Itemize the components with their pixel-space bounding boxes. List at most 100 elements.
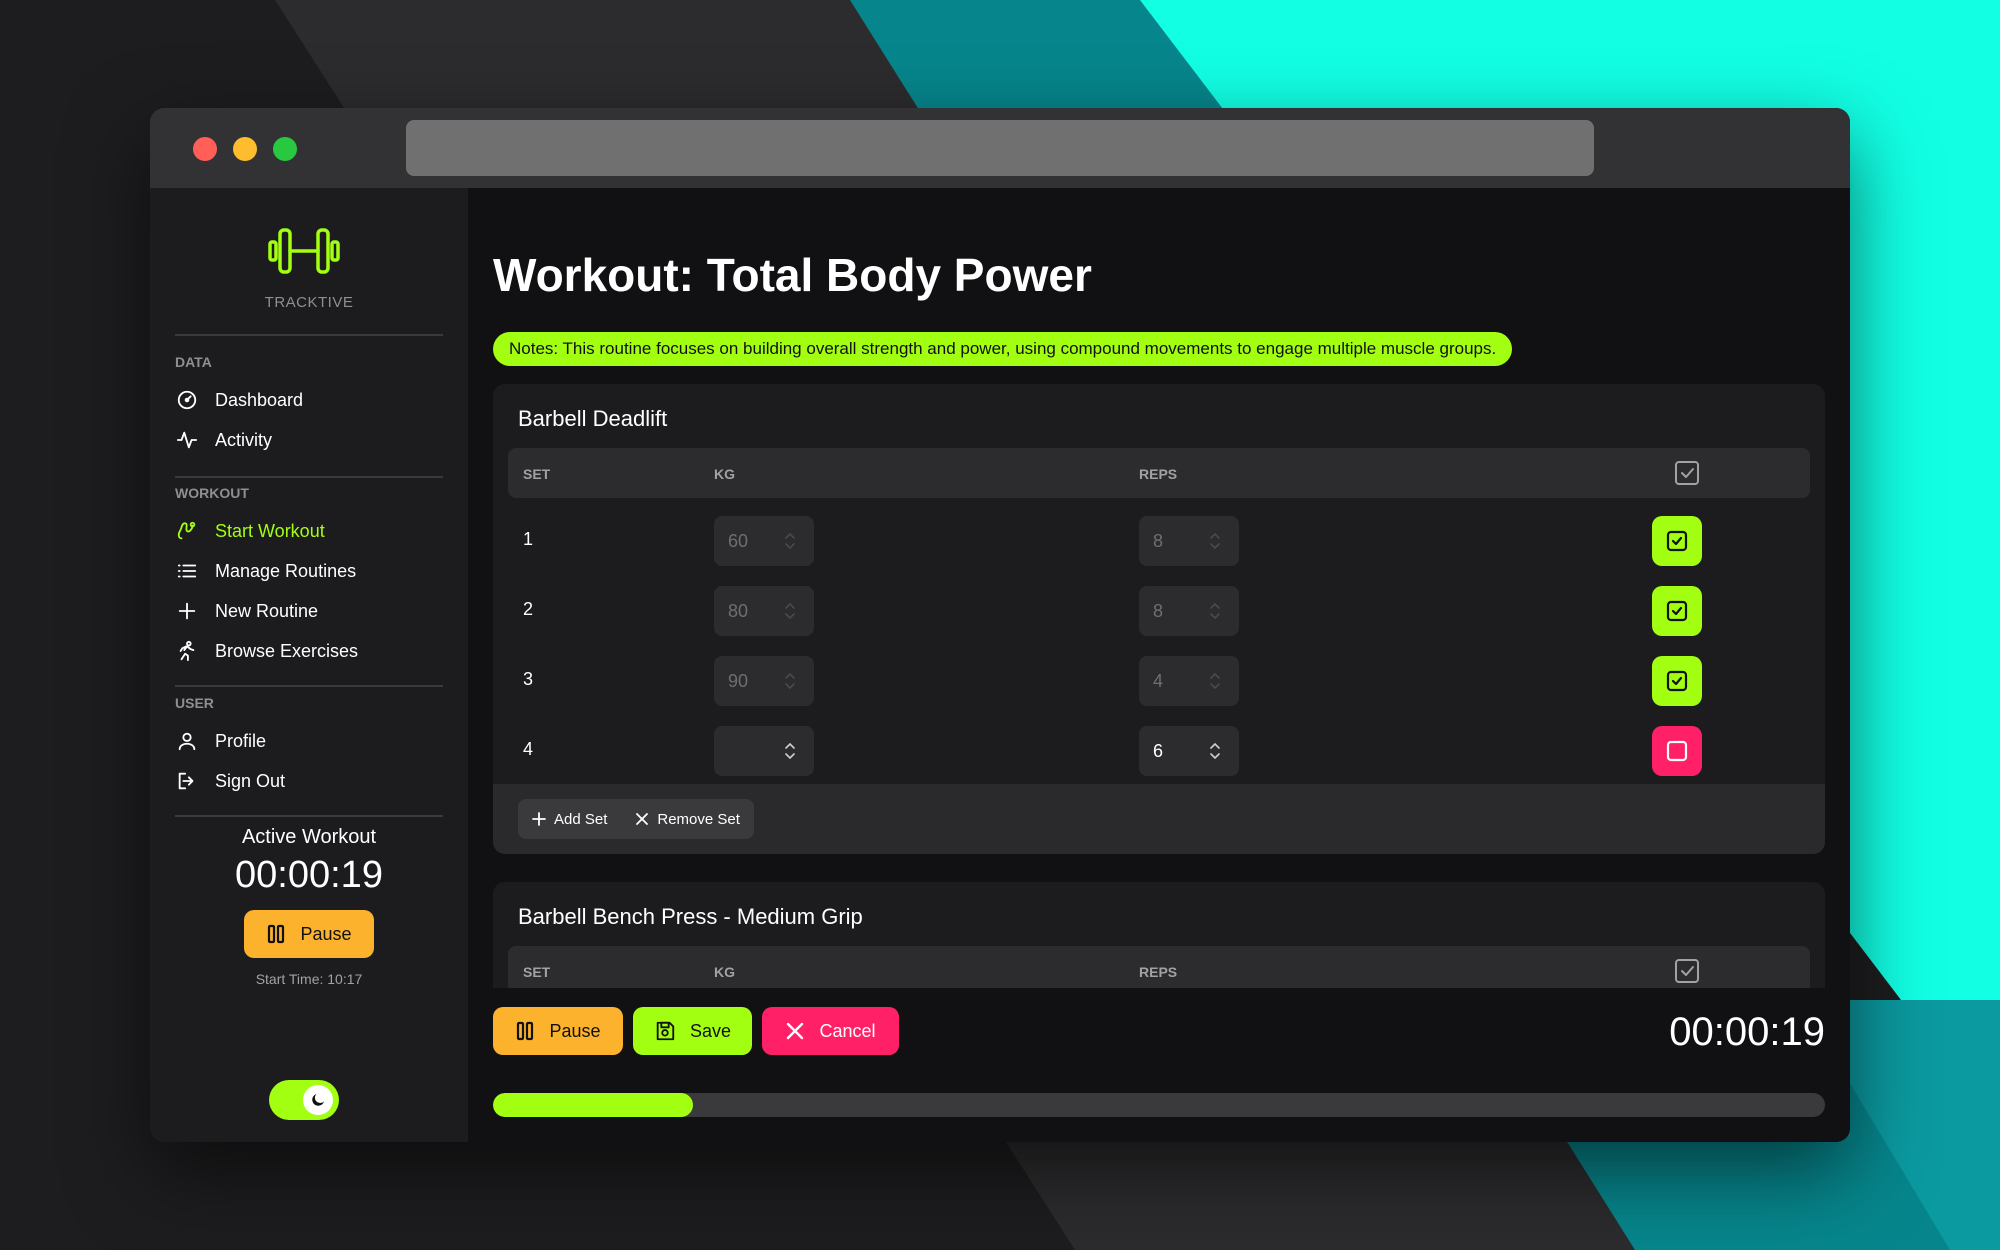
set-number: 1 xyxy=(523,529,534,549)
sidebar-item-browse-exercises[interactable]: Browse Exercises xyxy=(175,635,443,667)
stepper-icon[interactable] xyxy=(784,671,796,691)
progress-fill xyxy=(493,1093,693,1117)
set-complete-checkbox[interactable] xyxy=(1652,656,1702,706)
sidebar-item-label: Sign Out xyxy=(215,770,286,791)
pause-icon xyxy=(266,924,286,944)
check-all-icon[interactable] xyxy=(1674,958,1700,984)
page-title: Workout: Total Body Power xyxy=(493,249,1092,301)
plus-icon xyxy=(175,599,199,623)
table-row: 2 80 8 xyxy=(508,576,1810,646)
stepper-icon[interactable] xyxy=(1209,601,1221,621)
set-complete-checkbox[interactable] xyxy=(1652,586,1702,636)
sidebar-item-dashboard[interactable]: Dashboard xyxy=(175,384,443,416)
exercise-name: Barbell Bench Press - Medium Grip xyxy=(518,904,863,929)
stepper-icon[interactable] xyxy=(1209,741,1221,761)
list-icon xyxy=(175,559,199,583)
reps-value: 4 xyxy=(1153,670,1164,691)
sidebar-item-manage-routines[interactable]: Manage Routines xyxy=(175,555,443,587)
check-all-icon[interactable] xyxy=(1674,460,1700,486)
reps-value: 8 xyxy=(1153,600,1164,621)
sidebar-item-profile[interactable]: Profile xyxy=(175,725,443,757)
section-label-user: USER xyxy=(175,695,214,711)
divider xyxy=(175,476,443,478)
minimize-window-button[interactable] xyxy=(233,137,257,161)
reps-value: 8 xyxy=(1153,530,1164,551)
dark-mode-toggle[interactable] xyxy=(269,1080,339,1120)
brand-name: TRACKTIVE xyxy=(264,294,354,311)
set-button-group: Add Set Remove Set xyxy=(518,799,754,839)
activity-icon xyxy=(175,428,199,452)
pause-button[interactable]: Pause xyxy=(493,1007,623,1055)
stepper-icon[interactable] xyxy=(784,601,796,621)
close-window-button[interactable] xyxy=(193,137,217,161)
remove-set-button[interactable]: Remove Set xyxy=(621,799,754,839)
table-header: SET KG REPS xyxy=(508,448,1810,498)
gauge-icon xyxy=(175,388,199,412)
routine-notes: Notes: This routine focuses on building … xyxy=(493,332,1513,366)
column-header-set: SET xyxy=(523,466,551,482)
start-time: Start Time: 10:17 xyxy=(255,971,363,987)
section-label-data: DATA xyxy=(175,354,212,370)
remove-set-label: Remove Set xyxy=(657,810,740,828)
sidebar-item-new-routine[interactable]: New Routine xyxy=(175,595,443,627)
set-actions: Add Set Remove Set xyxy=(493,784,1825,854)
set-number: 4 xyxy=(523,739,534,759)
stepper-icon[interactable] xyxy=(784,531,796,551)
add-set-label: Add Set xyxy=(554,810,608,828)
stepper-icon[interactable] xyxy=(1209,531,1221,551)
sidebar-item-label: Start Workout xyxy=(215,520,325,541)
running-icon xyxy=(175,639,199,663)
set-number: 2 xyxy=(523,599,534,619)
column-header-kg: KG xyxy=(714,964,735,980)
add-set-button[interactable]: Add Set xyxy=(518,799,621,839)
divider xyxy=(175,685,443,687)
sidebar-item-label: Manage Routines xyxy=(215,560,357,581)
sidebar-item-activity[interactable]: Activity xyxy=(175,424,443,456)
kg-input[interactable] xyxy=(714,726,814,776)
table-row: 4 6 xyxy=(508,716,1810,786)
sidebar-item-start-workout[interactable]: Start Workout xyxy=(175,515,443,547)
checkbox-checked-icon xyxy=(1666,670,1688,692)
sidebar-item-label: Browse Exercises xyxy=(215,640,359,661)
reps-input[interactable]: 4 xyxy=(1139,656,1239,706)
pause-icon xyxy=(515,1021,535,1041)
title-bar xyxy=(150,108,1850,188)
user-icon xyxy=(175,729,199,753)
sidebar: TRACKTIVE DATA Dashboard Activity WORKOU… xyxy=(150,188,468,1142)
cancel-label: Cancel xyxy=(819,1020,876,1041)
checkbox-checked-icon xyxy=(1666,530,1688,552)
exercise-card: Barbell Deadlift SET KG REPS 1 60 8 2 80… xyxy=(493,384,1825,854)
app-window: TRACKTIVE DATA Dashboard Activity WORKOU… xyxy=(150,108,1850,1142)
set-complete-checkbox[interactable] xyxy=(1652,516,1702,566)
stepper-icon[interactable] xyxy=(784,741,796,761)
sidebar-item-sign-out[interactable]: Sign Out xyxy=(175,765,443,797)
section-label-workout: WORKOUT xyxy=(175,485,249,501)
pause-label: Pause xyxy=(300,923,352,944)
close-icon xyxy=(785,1021,805,1041)
set-complete-checkbox[interactable] xyxy=(1652,726,1702,776)
address-bar[interactable] xyxy=(406,120,1594,176)
cancel-button[interactable]: Cancel xyxy=(762,1007,899,1055)
reps-input[interactable]: 6 xyxy=(1139,726,1239,776)
kg-value: 80 xyxy=(728,600,749,621)
checkbox-empty-icon xyxy=(1666,740,1688,762)
divider xyxy=(175,815,443,817)
kg-value: 60 xyxy=(728,530,749,551)
stepper-icon[interactable] xyxy=(1209,671,1221,691)
active-workout-timer: 00:00:19 xyxy=(235,854,383,896)
column-header-reps: REPS xyxy=(1139,466,1178,482)
sidebar-item-label: Activity xyxy=(215,429,273,450)
sidebar-pause-button[interactable]: Pause xyxy=(244,910,374,958)
reps-input[interactable]: 8 xyxy=(1139,516,1239,566)
main-content: Workout: Total Body Power Notes: This ro… xyxy=(468,188,1850,1142)
kg-input[interactable]: 80 xyxy=(714,586,814,636)
maximize-window-button[interactable] xyxy=(273,137,297,161)
exercise-name: Barbell Deadlift xyxy=(518,406,668,431)
kg-input[interactable]: 60 xyxy=(714,516,814,566)
kg-input[interactable]: 90 xyxy=(714,656,814,706)
save-icon xyxy=(654,1020,676,1042)
reps-input[interactable]: 8 xyxy=(1139,586,1239,636)
save-button[interactable]: Save xyxy=(633,1007,752,1055)
kg-value: 90 xyxy=(728,670,749,691)
set-number: 3 xyxy=(523,669,534,689)
